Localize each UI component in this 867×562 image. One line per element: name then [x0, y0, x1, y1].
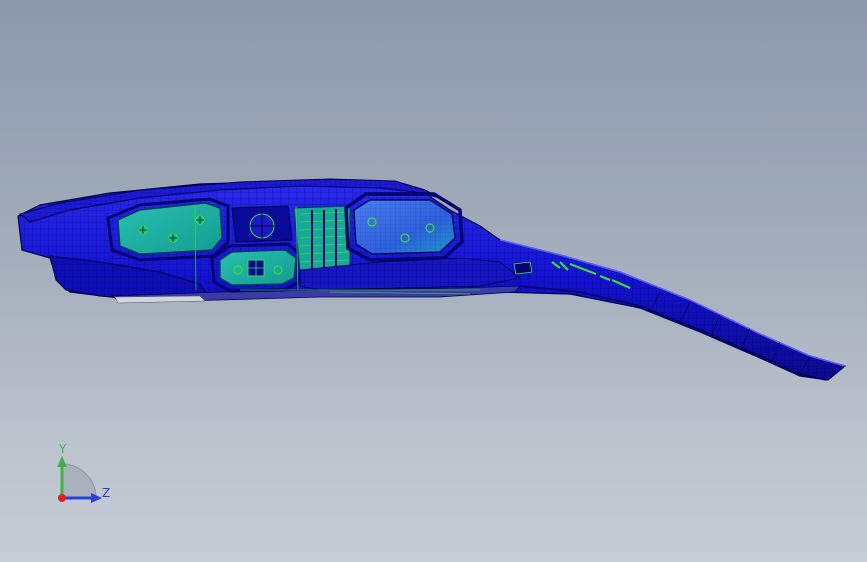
triad-origin [58, 494, 66, 502]
graphics-viewport[interactable]: Y Z [0, 0, 867, 562]
model-panel-right-mesh [354, 200, 455, 254]
model-bottom-strip-grey [114, 295, 206, 304]
triad-z-arrowhead [91, 493, 102, 503]
triad-quarter-disc [61, 463, 97, 499]
model-tail-slot-dark [513, 261, 533, 275]
cad-model[interactable] [0, 0, 867, 562]
triad-y-label: Y [59, 442, 67, 456]
reference-triad: Y Z [40, 440, 120, 520]
triad-z-label: Z [102, 486, 111, 500]
triad-y-arrowhead [57, 456, 67, 467]
